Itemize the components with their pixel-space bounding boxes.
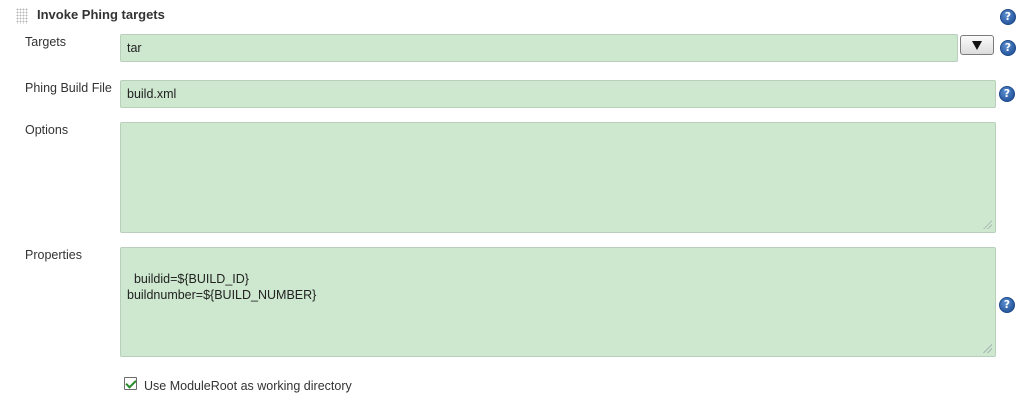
options-textarea[interactable] bbox=[120, 122, 996, 233]
targets-dropdown-button[interactable] bbox=[960, 35, 994, 55]
help-icon[interactable]: ? bbox=[1000, 40, 1016, 56]
targets-label: Targets bbox=[25, 35, 66, 49]
module-root-checkbox[interactable] bbox=[124, 376, 137, 390]
resize-grip-icon[interactable] bbox=[982, 343, 992, 353]
options-label: Options bbox=[25, 123, 69, 137]
properties-text: buildid=${BUILD_ID} buildnumber=${BUILD_… bbox=[127, 272, 317, 302]
help-icon[interactable]: ? bbox=[1000, 9, 1016, 25]
build-file-input[interactable] bbox=[120, 80, 996, 108]
checkmark-icon bbox=[124, 376, 137, 389]
dropdown-arrow-icon bbox=[972, 40, 982, 50]
module-root-label[interactable]: Use ModuleRoot as working directory bbox=[144, 379, 352, 393]
help-icon[interactable]: ? bbox=[999, 297, 1015, 313]
properties-textarea[interactable]: buildid=${BUILD_ID} buildnumber=${BUILD_… bbox=[120, 247, 996, 357]
build-file-label: Phing Build File bbox=[25, 81, 112, 95]
properties-label: Properties bbox=[25, 248, 82, 262]
targets-input[interactable] bbox=[120, 34, 958, 62]
resize-grip-icon[interactable] bbox=[982, 219, 992, 229]
help-icon[interactable]: ? bbox=[999, 86, 1015, 102]
drag-handle-icon[interactable] bbox=[16, 8, 28, 24]
section-title: Invoke Phing targets bbox=[37, 7, 165, 22]
